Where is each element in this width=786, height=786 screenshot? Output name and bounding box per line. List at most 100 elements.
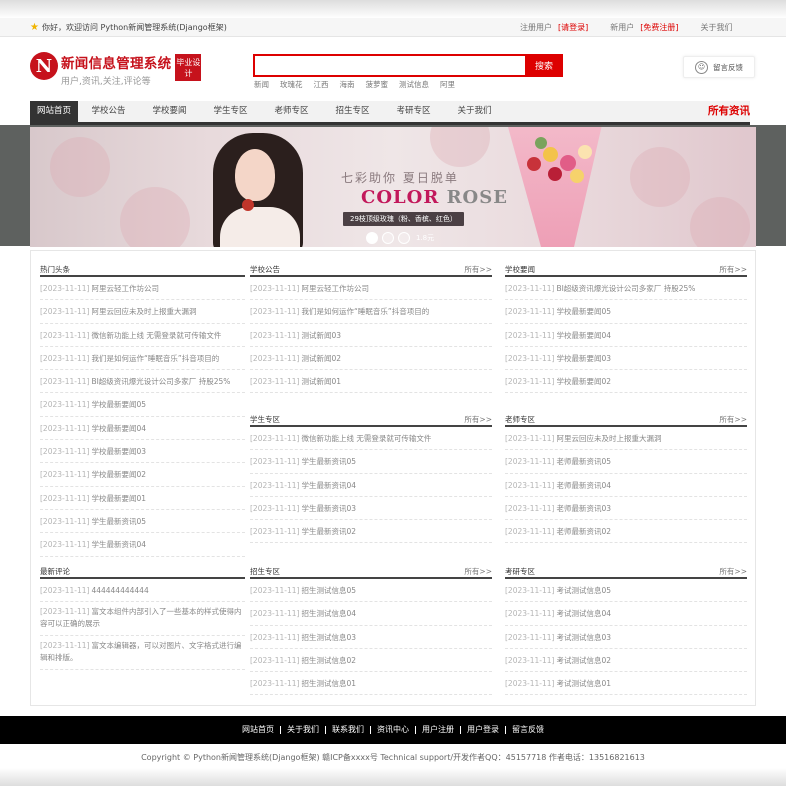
list-item[interactable]: [2023-11-11] 老师最新资讯02 — [505, 520, 747, 544]
list-item[interactable]: [2023-11-11] 阿里云回应未及时上报重大漏洞 — [505, 427, 747, 451]
list-item[interactable]: [2023-11-11] 学生最新资讯05 — [250, 450, 492, 474]
list-item[interactable]: [2023-11-11] 学校最新要闻05 — [40, 393, 245, 417]
list-item[interactable]: [2023-11-11] 学生最新资讯04 — [40, 533, 245, 557]
banner-title: COLOR ROSE — [361, 187, 508, 208]
more-link[interactable]: 所有>> — [719, 414, 747, 425]
list-item[interactable]: [2023-11-11] 考试测试信息05 — [505, 579, 747, 603]
banner-tag: 29枝顶级玫瑰（粉、香槟、红色） — [343, 212, 464, 226]
search-input[interactable] — [253, 54, 527, 77]
footer-link-register[interactable]: 用户注册 — [416, 726, 461, 734]
list-item[interactable]: [2023-11-11] 老师最新资讯05 — [505, 450, 747, 474]
nav-item-teachers[interactable]: 老师专区 — [261, 101, 322, 122]
footer-link-news[interactable]: 资讯中心 — [371, 726, 416, 734]
hot-word[interactable]: 江西 — [314, 79, 329, 90]
footer-link-feedback[interactable]: 留言反馈 — [506, 726, 550, 734]
box-title: 学生专区 — [250, 415, 280, 424]
nav-item-notice[interactable]: 学校公告 — [78, 101, 139, 122]
search-button[interactable]: 搜索 — [525, 54, 563, 77]
comment-item[interactable]: [2023-11-11] 富文本组件内部引入了一些基本的样式使得内容可以正确的展示 — [40, 602, 245, 637]
comment-item[interactable]: [2023-11-11] 444444444444 — [40, 579, 245, 603]
comment-item[interactable]: [2023-11-11] 富文本编辑器，可以对图片、文字格式进行编辑和排版。 — [40, 636, 245, 671]
list-item[interactable]: [2023-11-11] 老师最新资讯03 — [505, 497, 747, 521]
slide-dot[interactable] — [366, 232, 378, 244]
list-item[interactable]: [2023-11-11] 学校最新要闻04 — [505, 324, 747, 347]
rose-pattern — [120, 187, 190, 247]
list-item[interactable]: [2023-11-11] 学生最新资讯02 — [250, 520, 492, 544]
list-item[interactable]: [2023-11-11] 考试测试信息01 — [505, 672, 747, 696]
students-box: 学生专区 所有>> [2023-11-11] 微信新功能上线 无需登录就可传输文件 … — [250, 409, 492, 544]
list-item[interactable]: [2023-11-11] 招生测试信息02 — [250, 649, 492, 673]
more-link[interactable]: 所有>> — [719, 566, 747, 577]
footer-link-login[interactable]: 用户登录 — [461, 726, 506, 734]
top-links: 注册用户 [请登录] 新用户 [免费注册] 关于我们 — [520, 22, 755, 33]
hot-word[interactable]: 测试信息 — [399, 79, 429, 90]
headset-icon: ☺ — [695, 60, 708, 74]
list-item[interactable]: [2023-11-11] 我们是如何运作“睡眠音乐”抖音项目的 — [250, 300, 492, 324]
list-item[interactable]: [2023-11-11] 阿里云轻工作坊公司 — [250, 277, 492, 301]
nav-item-exam[interactable]: 考研专区 — [383, 101, 444, 122]
banner-title-part2: ROSE — [446, 187, 508, 208]
list-item[interactable]: [2023-11-11] 学校最新要闻03 — [505, 347, 747, 371]
list-item[interactable]: [2023-11-11] 学生最新资讯04 — [250, 474, 492, 497]
flower — [543, 147, 558, 162]
top-bar: ★ 你好，欢迎访问 Python新闻管理系统(Django框架) 注册用户 [请登… — [0, 18, 786, 37]
footer-link-contact[interactable]: 联系我们 — [326, 726, 371, 734]
hot-word[interactable]: 新闻 — [254, 79, 269, 90]
more-link[interactable]: 所有>> — [719, 264, 747, 275]
list-item[interactable]: [2023-11-11] 招生测试信息04 — [250, 602, 492, 626]
banner-slide[interactable]: 七彩助你 夏日脱单 COLOR ROSE 29枝顶级玫瑰（粉、香槟、红色） — [30, 127, 756, 247]
register-link[interactable]: [免费注册] — [640, 22, 678, 33]
model-body — [220, 207, 300, 247]
all-news-link[interactable]: 所有资讯 — [708, 101, 750, 122]
list-item[interactable]: [2023-11-11] 学校最新要闻01 — [40, 487, 245, 510]
hot-words: 新闻 玫瑰花 江西 海南 菠萝蜜 测试信息 阿里 — [254, 79, 455, 90]
hot-word[interactable]: 玫瑰花 — [280, 79, 303, 90]
site-subtitle: 用户,资讯,关注,评论等 — [61, 77, 151, 87]
list-item[interactable]: [2023-11-11] 考试测试信息03 — [505, 626, 747, 649]
list-item[interactable]: [2023-11-11] 学校最新要闻02 — [40, 463, 245, 487]
list-item[interactable]: [2023-11-11] 阿里云回应未及时上报重大漏洞 — [40, 300, 245, 324]
bouquet-image — [508, 127, 602, 247]
footer-link-about[interactable]: 关于我们 — [281, 726, 326, 734]
list-item[interactable]: [2023-11-11] 阿里云轻工作坊公司 — [40, 277, 245, 301]
nav-item-enroll[interactable]: 招生专区 — [322, 101, 383, 122]
about-link[interactable]: 关于我们 — [701, 22, 733, 33]
list-item[interactable]: [2023-11-11] 老师最新资讯04 — [505, 474, 747, 497]
slide-dot[interactable] — [398, 232, 410, 244]
list-item[interactable]: [2023-11-11] 学校最新要闻04 — [40, 417, 245, 441]
hot-word[interactable]: 海南 — [340, 79, 355, 90]
list-item[interactable]: [2023-11-11] 测试新闻02 — [250, 347, 492, 371]
list-item[interactable]: [2023-11-11] BI超级资讯爆光设计公司多家厂 持股25% — [40, 370, 245, 394]
list-item[interactable]: [2023-11-11] 学校最新要闻05 — [505, 300, 747, 324]
logo[interactable]: N 新闻信息管理系统 用户,资讯,关注,评论等 毕业设计 — [30, 52, 202, 87]
list-item[interactable]: [2023-11-11] 测试新闻01 — [250, 370, 492, 394]
slide-dot[interactable] — [382, 232, 394, 244]
hot-news-box: 热门头条 [2023-11-11] 阿里云轻工作坊公司 [2023-11-11] 阿… — [40, 259, 245, 557]
list-item[interactable]: [2023-11-11] 测试新闻03 — [250, 324, 492, 347]
hot-word[interactable]: 菠萝蜜 — [366, 79, 389, 90]
nav-item-about[interactable]: 关于我们 — [444, 101, 505, 122]
list-item[interactable]: [2023-11-11] 考试测试信息04 — [505, 602, 747, 626]
list-item[interactable]: [2023-11-11] 微信新功能上线 无需登录就可传输文件 — [40, 324, 245, 347]
list-item[interactable]: [2023-11-11] 学生最新资讯05 — [40, 510, 245, 534]
list-item[interactable]: [2023-11-11] 招生测试信息05 — [250, 579, 492, 603]
nav-item-home[interactable]: 网站首页 — [30, 101, 78, 122]
list-item[interactable]: [2023-11-11] 考试测试信息02 — [505, 649, 747, 673]
more-link[interactable]: 所有>> — [464, 414, 492, 425]
hot-word[interactable]: 阿里 — [440, 79, 455, 90]
list-item[interactable]: [2023-11-11] 我们是如何运作“睡眠音乐”抖音项目的 — [40, 347, 245, 371]
login-link[interactable]: [请登录] — [558, 22, 588, 33]
footer-link-home[interactable]: 网站首页 — [236, 726, 281, 734]
list-item[interactable]: [2023-11-11] 学生最新资讯03 — [250, 497, 492, 521]
list-item[interactable]: [2023-11-11] 学校最新要闻02 — [505, 370, 747, 394]
more-link[interactable]: 所有>> — [464, 264, 492, 275]
list-item[interactable]: [2023-11-11] 招生测试信息03 — [250, 626, 492, 649]
feedback-button[interactable]: ☺ 留言反馈 — [683, 56, 755, 78]
nav-item-students[interactable]: 学生专区 — [200, 101, 261, 122]
list-item[interactable]: [2023-11-11] BI超级资讯爆光设计公司多家厂 持股25% — [505, 277, 747, 301]
nav-item-news[interactable]: 学校要闻 — [139, 101, 200, 122]
list-item[interactable]: [2023-11-11] 微信新功能上线 无需登录就可传输文件 — [250, 427, 492, 451]
more-link[interactable]: 所有>> — [464, 566, 492, 577]
list-item[interactable]: [2023-11-11] 学校最新要闻03 — [40, 440, 245, 464]
list-item[interactable]: [2023-11-11] 招生测试信息01 — [250, 672, 492, 696]
